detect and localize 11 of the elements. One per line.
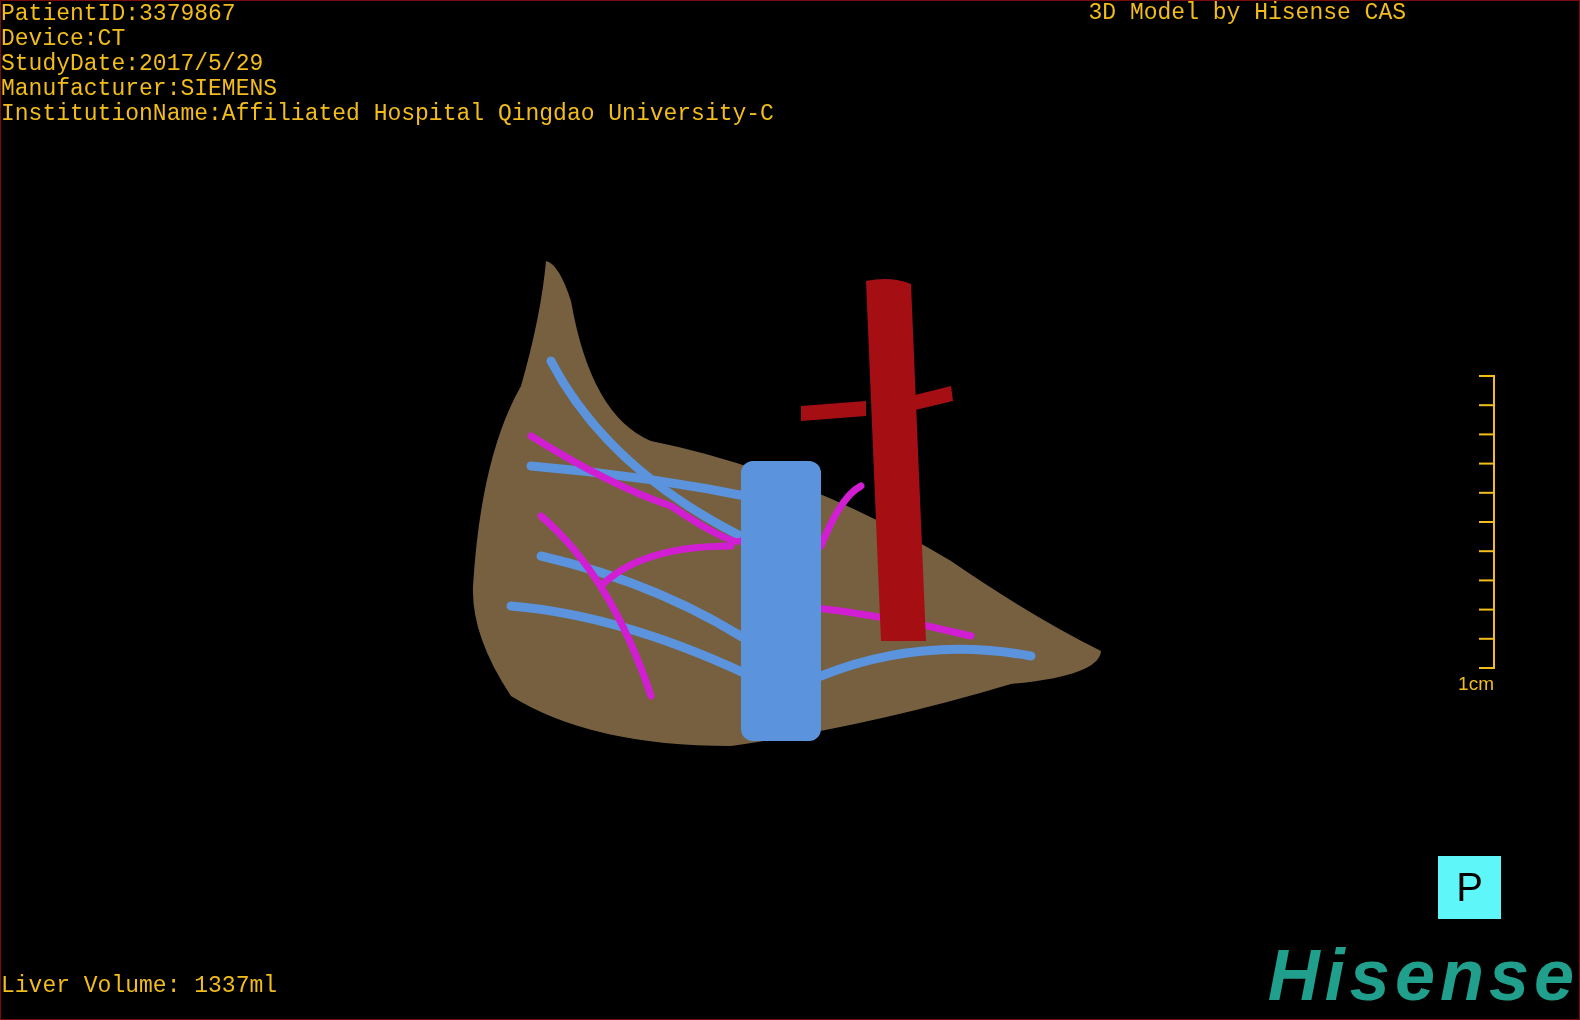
study-info-text: Manufacturer:SIEMENS — [1, 77, 279, 102]
scale-bar-icon — [1479, 374, 1496, 670]
logo-text: Hisense — [1267, 945, 1579, 1005]
view-button[interactable]: P — [1438, 856, 1501, 919]
scale-label: 1cm — [1458, 674, 1494, 694]
liver-volume-text: Liver Volume: 1337ml — [1, 974, 278, 999]
study-info-text: InstitutionName:Affiliated Hospital Qingdao University-C — [1, 102, 774, 127]
study-info-text: PatientID:3379867 — [1, 2, 237, 27]
study-info-text: Device:CT — [1, 27, 127, 52]
study-info-text: StudyDate:2017/5/29 — [1, 52, 265, 77]
viewer-title: 3D Model by Hisense CAS — [1088, 1, 1406, 26]
